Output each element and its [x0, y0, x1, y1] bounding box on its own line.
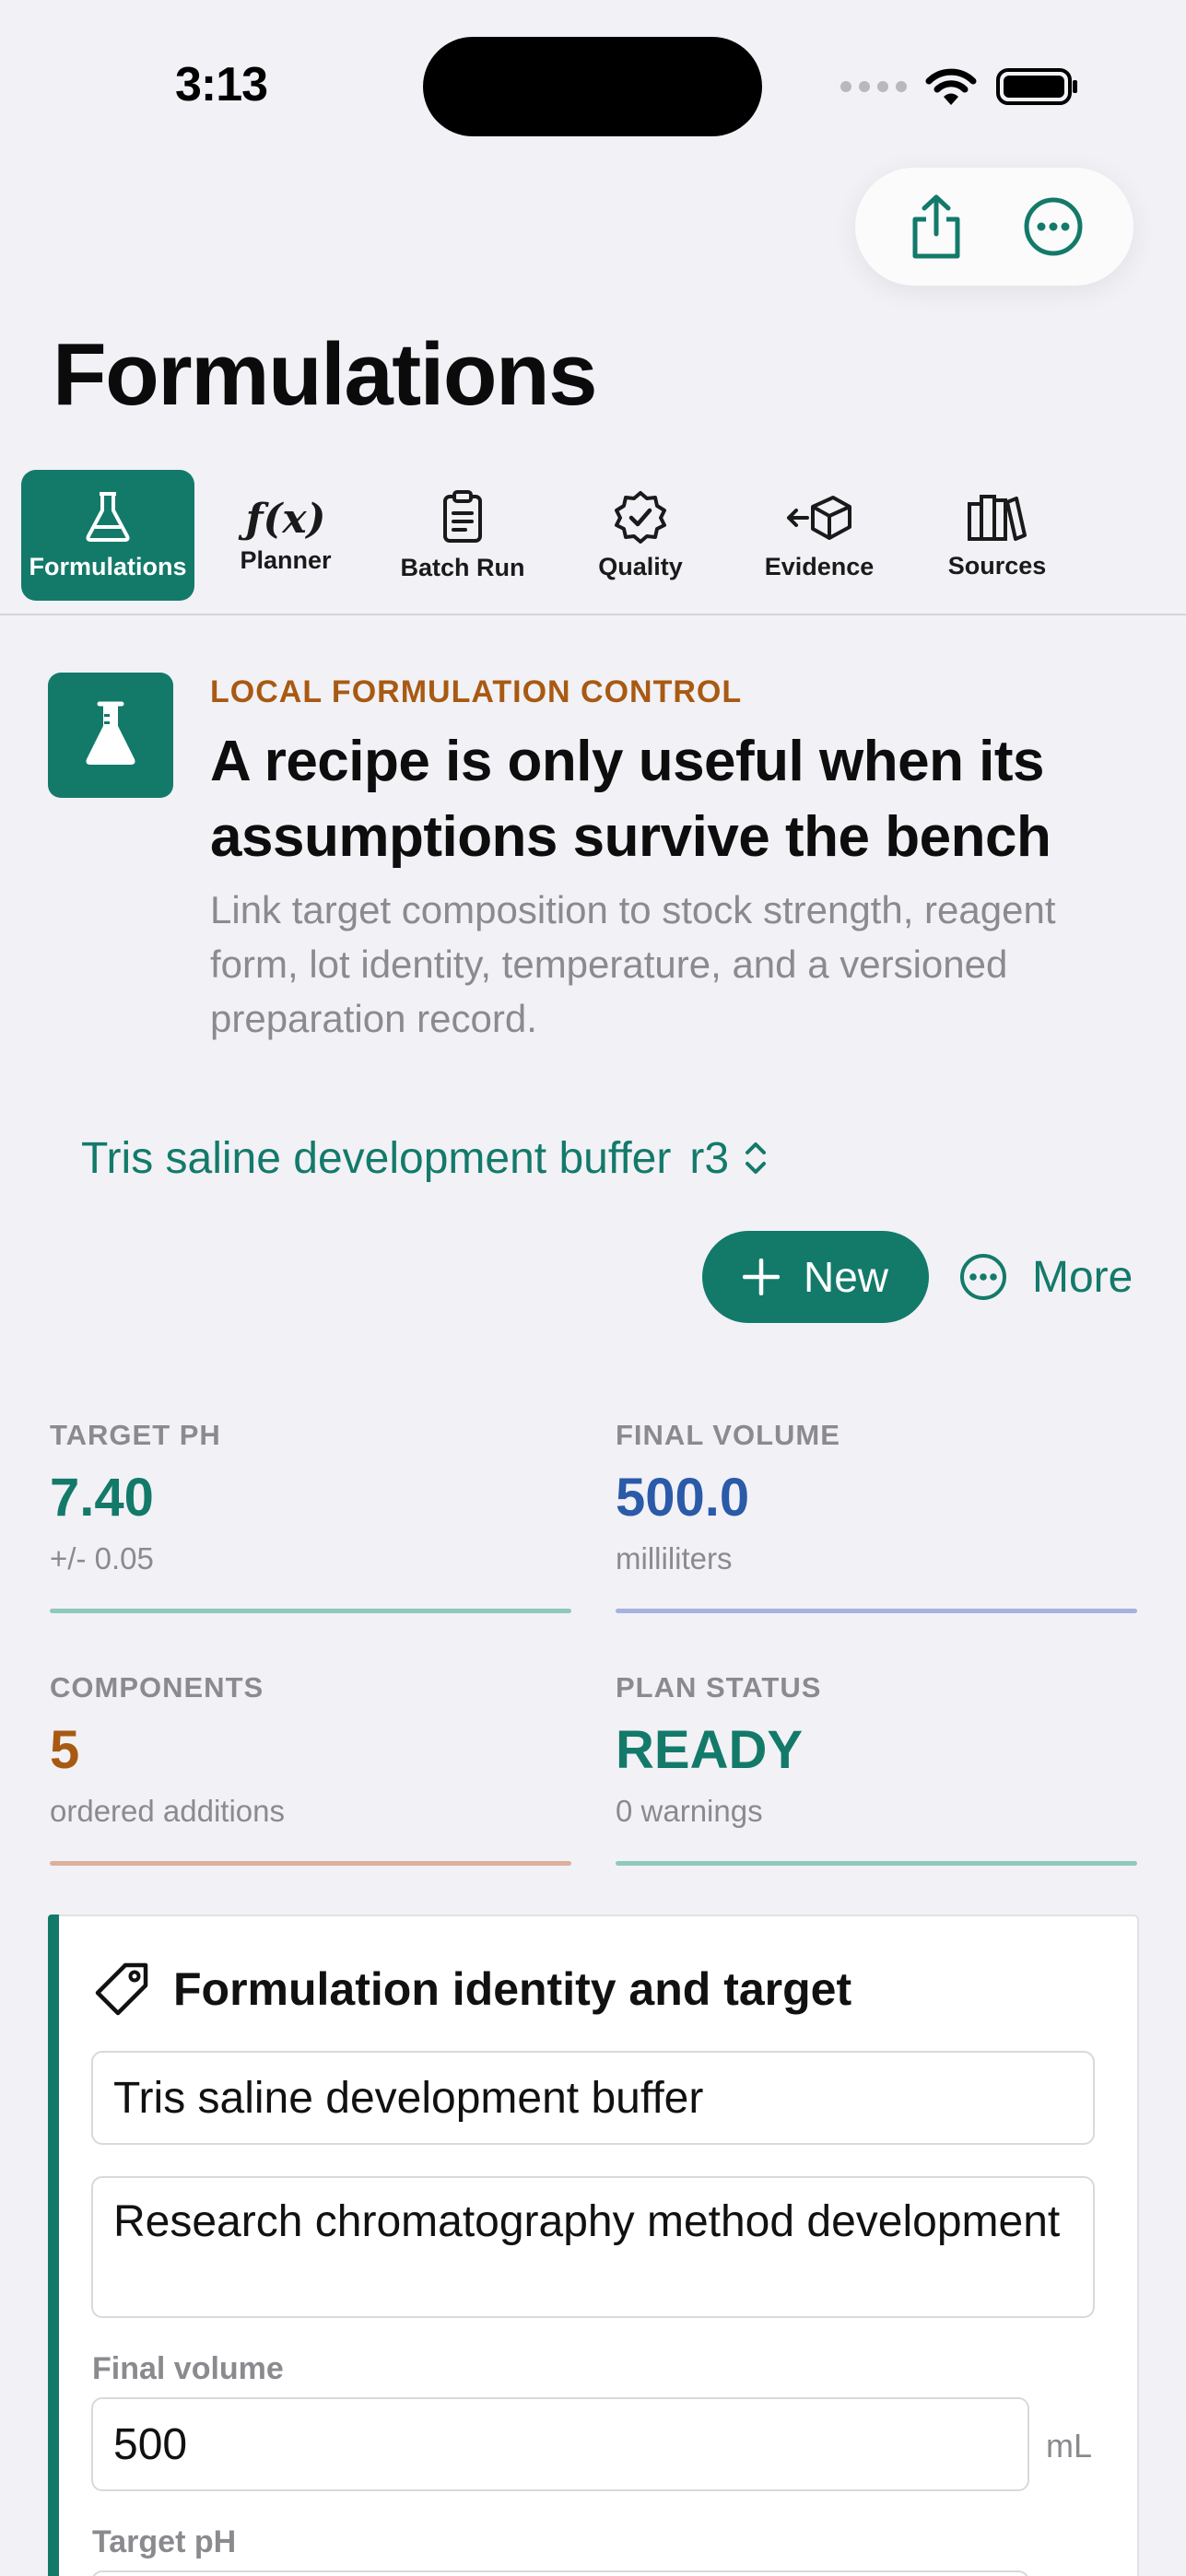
stat-plan-status: PLAN STATUS READY 0 warnings	[616, 1671, 1137, 1829]
clipboard-icon	[443, 489, 482, 543]
new-button-label: New	[803, 1253, 889, 1301]
tab-batch-run[interactable]: Batch Run	[378, 470, 547, 601]
stat-final-volume: FINAL VOLUME 500.0 milliliters	[616, 1419, 1137, 1576]
ellipsis-circle-icon	[960, 1254, 1006, 1300]
status-icons	[840, 63, 1080, 111]
new-formulation-button[interactable]: New	[702, 1231, 929, 1323]
flask-icon	[86, 701, 135, 765]
tab-label: Formulations	[29, 552, 187, 580]
stat-subtext: +/- 0.05	[50, 1541, 154, 1575]
revision-label: r3	[689, 1133, 730, 1183]
seal-check-icon	[615, 490, 666, 544]
final-volume-label: Final volume	[92, 2351, 284, 2386]
more-options-button[interactable]	[1016, 190, 1090, 263]
tab-bar: Formulations ƒ(x) Planner Batch Run Qual…	[0, 464, 1186, 614]
page-title: Formulations	[53, 325, 598, 424]
battery-icon	[996, 68, 1077, 105]
more-button-label: More	[1032, 1252, 1133, 1302]
tab-evidence[interactable]: Evidence	[737, 470, 901, 601]
status-time: 3:13	[175, 58, 268, 111]
plus-icon	[742, 1259, 780, 1295]
box-arrow-icon	[787, 495, 851, 540]
stat-value: 7.40	[50, 1468, 154, 1528]
toolbar-actions	[855, 168, 1133, 286]
purpose-field[interactable]: Research chromatography method developme…	[91, 2176, 1095, 2318]
tab-label: Quality	[598, 552, 683, 580]
volume-unit: mL	[1046, 2427, 1093, 2465]
stat-subtext: 0 warnings	[616, 1794, 763, 1828]
tag-icon	[95, 1962, 148, 2016]
formulation-picker[interactable]: Tris saline development buffer r3	[81, 1126, 769, 1190]
stat-underline	[616, 1609, 1137, 1613]
tab-divider	[0, 614, 1186, 615]
stat-components: COMPONENTS 5 ordered additions	[50, 1671, 571, 1829]
stat-underline	[50, 1609, 571, 1613]
stat-subtext: milliliters	[616, 1541, 733, 1575]
hero-description: Link target composition to stock strengt…	[210, 888, 1056, 1040]
tab-label: Evidence	[764, 552, 875, 580]
stat-underline	[616, 1861, 1137, 1866]
field-value: 500	[113, 2419, 188, 2469]
target-ph-label: Target pH	[92, 2524, 237, 2559]
field-value: Research chromatography method developme…	[113, 2197, 1061, 2246]
stat-underline	[50, 1861, 571, 1866]
tab-sources[interactable]: Sources	[925, 470, 1069, 601]
formulation-name: Tris saline development buffer	[81, 1133, 672, 1183]
target-ph-input[interactable]	[91, 2570, 1029, 2576]
card-header: Formulation identity and target	[92, 1957, 851, 2021]
hero-heading: A recipe is only useful when its assumpt…	[210, 730, 1051, 869]
tab-planner[interactable]: ƒ(x) Planner	[214, 470, 358, 601]
tab-label: Planner	[240, 545, 332, 574]
field-value: Tris saline development buffer	[113, 2073, 704, 2123]
stat-target-ph: TARGET PH 7.40 +/- 0.05	[50, 1419, 571, 1576]
more-button[interactable]: More	[958, 1240, 1133, 1314]
cellular-signal-icon	[840, 81, 907, 92]
tab-quality[interactable]: Quality	[566, 470, 715, 601]
stat-label: FINAL VOLUME	[616, 1419, 840, 1451]
formulation-name-field[interactable]: Tris saline development buffer	[91, 2051, 1095, 2145]
share-icon	[912, 194, 959, 259]
stat-subtext: ordered additions	[50, 1794, 286, 1828]
books-icon	[968, 494, 1027, 541]
card-accent-bar	[48, 1914, 59, 2576]
stat-value: 5	[50, 1720, 80, 1780]
stat-label: COMPONENTS	[50, 1671, 264, 1704]
chevron-up-down-icon	[746, 1142, 767, 1174]
section-eyebrow: LOCAL FORMULATION CONTROL	[210, 674, 743, 709]
share-button[interactable]	[899, 190, 973, 263]
function-icon: ƒ(x)	[245, 495, 326, 543]
dynamic-island	[423, 37, 762, 136]
stat-label: TARGET PH	[50, 1419, 221, 1451]
hero-badge	[48, 673, 173, 798]
wifi-icon	[925, 68, 977, 105]
tab-formulations[interactable]: Formulations	[21, 470, 194, 601]
card-title: Formulation identity and target	[173, 1963, 852, 2015]
tab-label: Batch Run	[400, 553, 525, 581]
stat-label: PLAN STATUS	[616, 1671, 822, 1704]
stat-value: 500.0	[616, 1468, 750, 1528]
tab-label: Sources	[947, 551, 1047, 580]
stat-value: READY	[616, 1720, 804, 1780]
ellipsis-circle-icon	[1024, 197, 1082, 256]
flask-icon	[86, 491, 130, 542]
final-volume-input[interactable]: 500	[91, 2397, 1029, 2491]
